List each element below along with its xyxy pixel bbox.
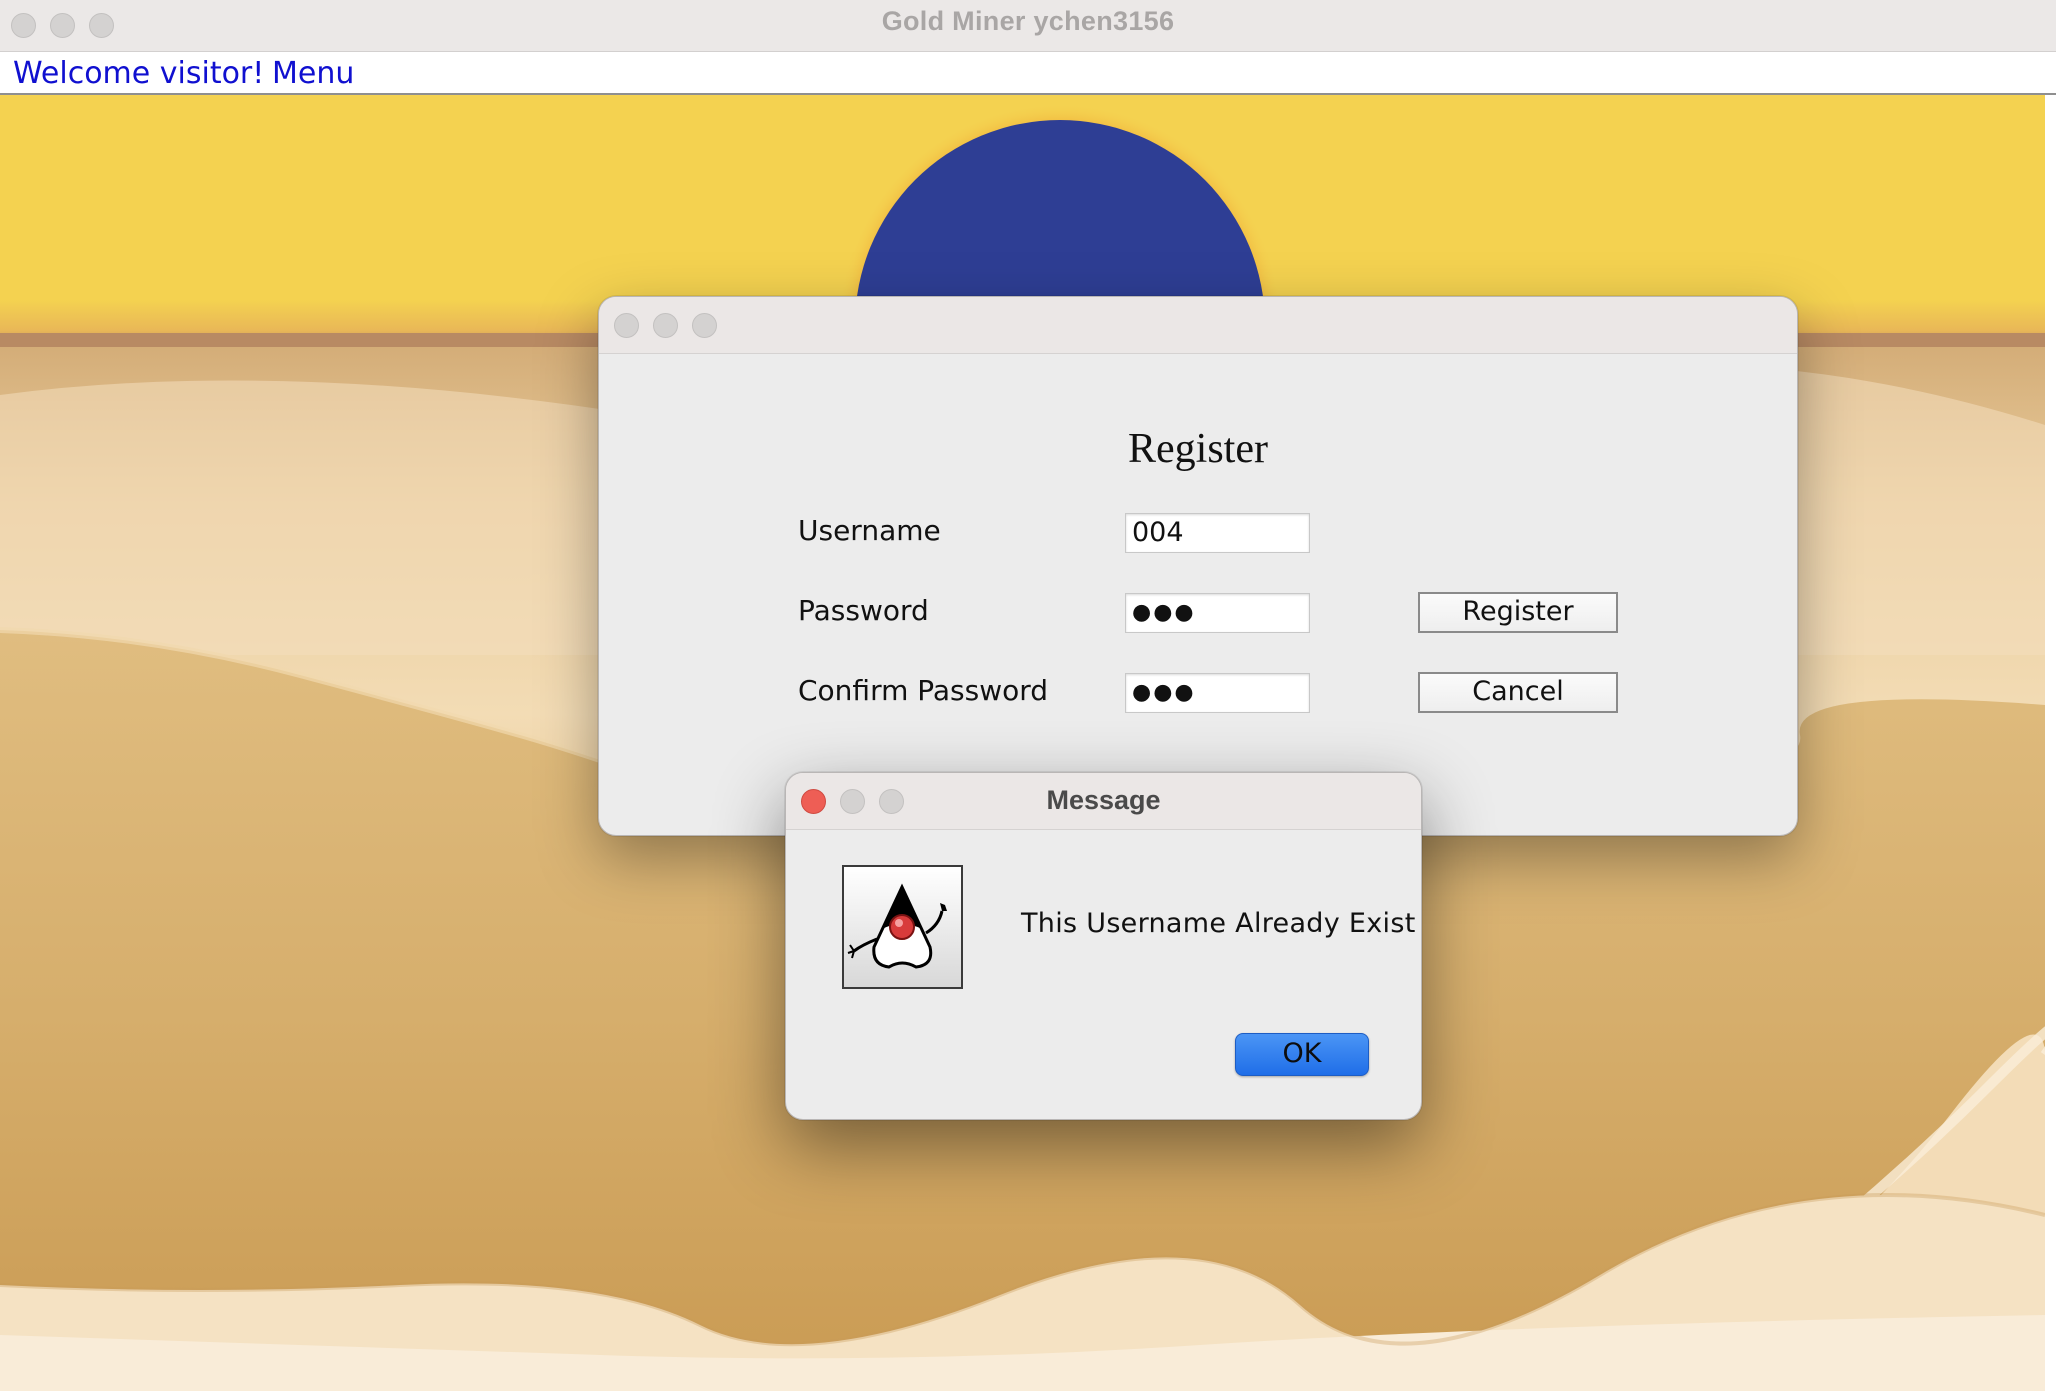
username-label: Username xyxy=(798,514,941,547)
message-title: Message xyxy=(1046,785,1161,815)
register-title: Register xyxy=(1128,426,1268,472)
java-duke-icon xyxy=(842,865,963,989)
register-dialog-titlebar xyxy=(599,297,1797,354)
register-button[interactable]: Register xyxy=(1418,592,1618,633)
window-edge-bottom xyxy=(0,1391,2056,1396)
window-title: Gold Miner ychеn3156 xyxy=(881,6,1175,36)
menu-menu[interactable]: Menu xyxy=(272,56,354,91)
menubar: Welcome visitor! Menu xyxy=(0,52,2056,95)
message-text: This Username Already Exist xyxy=(1021,908,1416,939)
cancel-button[interactable]: Cancel xyxy=(1418,672,1618,713)
confirm-password-label: Confirm Password xyxy=(798,674,1049,707)
username-field[interactable]: 004 xyxy=(1125,513,1310,553)
password-field[interactable]: ●●● xyxy=(1125,593,1310,633)
main-window: Gold Miner ychеn3156 Welcome visitor! Me… xyxy=(0,0,2056,1396)
register-zoom-button[interactable] xyxy=(692,313,717,338)
main-titlebar: Gold Miner ychеn3156 xyxy=(0,0,2056,52)
ok-button[interactable]: OK xyxy=(1235,1033,1369,1076)
message-dialog: Message This Username Already Exist OK xyxy=(785,772,1422,1120)
register-close-button[interactable] xyxy=(614,313,639,338)
password-label: Password xyxy=(798,594,929,627)
register-dialog: Register Username 004 Password ●●● Regis… xyxy=(598,296,1798,836)
confirm-password-field[interactable]: ●●● xyxy=(1125,673,1310,713)
message-dialog-titlebar: Message xyxy=(786,773,1421,830)
menu-welcome[interactable]: Welcome visitor! xyxy=(13,56,264,91)
window-edge xyxy=(2045,95,2056,1396)
register-minimize-button[interactable] xyxy=(653,313,678,338)
register-window-controls xyxy=(614,313,717,338)
